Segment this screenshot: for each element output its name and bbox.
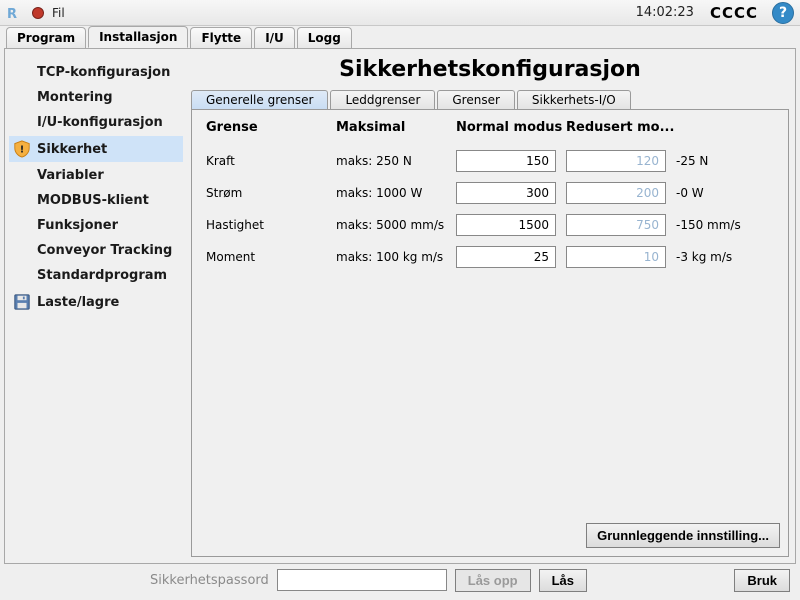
- limit-name: Hastighet: [206, 218, 336, 232]
- limit-extra: -0 W: [676, 186, 756, 200]
- use-button[interactable]: Bruk: [734, 569, 790, 592]
- row-kraft: Kraft maks: 250 N -25 N: [206, 145, 774, 177]
- status-dot-icon: [32, 7, 44, 19]
- limits-header-row: Grense Maksimal Normal modus Redusert mo…: [206, 120, 774, 135]
- hastighet-reduced-input[interactable]: [566, 214, 666, 236]
- row-strom: Strøm maks: 1000 W -0 W: [206, 177, 774, 209]
- row-moment: Moment maks: 100 kg m/s -3 kg m/s: [206, 241, 774, 273]
- lock-button[interactable]: Lås: [539, 569, 587, 592]
- subtab-generelle[interactable]: Generelle grenser: [191, 90, 328, 109]
- sidebar-item-label: MODBUS-klient: [37, 193, 149, 208]
- limit-extra: -25 N: [676, 154, 756, 168]
- hdr-redusert: Redusert mo...: [566, 120, 676, 135]
- clock: 14:02:23: [636, 5, 694, 20]
- sidebar-item-label: I/U-konfigurasjon: [37, 115, 163, 130]
- sidebar-item-funksjoner[interactable]: Funksjoner: [9, 214, 183, 237]
- sidebar: TCP-konfigurasjon Montering I/U-konfigur…: [5, 49, 187, 563]
- menubar: R Fil 14:02:23 CCCC ?: [0, 0, 800, 26]
- sidebar-item-laste-lagre[interactable]: Laste/lagre: [9, 289, 183, 315]
- subtabs: Generelle grenser Leddgrenser Grenser Si…: [191, 90, 789, 109]
- hdr-normal: Normal modus: [456, 120, 566, 135]
- limit-name: Moment: [206, 250, 336, 264]
- limit-extra: -150 mm/s: [676, 218, 756, 232]
- tab-program[interactable]: Program: [6, 27, 86, 48]
- sidebar-item-label: Sikkerhet: [37, 142, 107, 157]
- sidebar-item-iu-konfig[interactable]: I/U-konfigurasjon: [9, 111, 183, 134]
- ur-logo: R: [6, 4, 24, 22]
- moment-reduced-input[interactable]: [566, 246, 666, 268]
- subtab-grenser[interactable]: Grenser: [437, 90, 515, 109]
- subtab-ledd[interactable]: Leddgrenser: [330, 90, 435, 109]
- moment-normal-input[interactable]: [456, 246, 556, 268]
- strom-normal-input[interactable]: [456, 182, 556, 204]
- sidebar-item-standard[interactable]: Standardprogram: [9, 264, 183, 287]
- page-title: Sikkerhetskonfigurasjon: [191, 57, 789, 82]
- footer: Sikkerhetspassord Lås opp Lås Bruk: [0, 564, 800, 596]
- sidebar-item-variabler[interactable]: Variabler: [9, 164, 183, 187]
- sidebar-item-sikkerhet[interactable]: ! Sikkerhet: [9, 136, 183, 162]
- sidebar-item-modbus[interactable]: MODBUS-klient: [9, 189, 183, 212]
- sidebar-item-label: Standardprogram: [37, 268, 167, 283]
- limit-extra: -3 kg m/s: [676, 250, 756, 264]
- tab-iu[interactable]: I/U: [254, 27, 295, 48]
- basic-settings-button[interactable]: Grunnleggende innstilling...: [586, 523, 780, 548]
- tab-installasjon[interactable]: Installasjon: [88, 26, 188, 48]
- hastighet-normal-input[interactable]: [456, 214, 556, 236]
- svg-text:R: R: [7, 7, 17, 22]
- sidebar-item-label: Montering: [37, 90, 113, 105]
- strom-reduced-input[interactable]: [566, 182, 666, 204]
- sidebar-item-label: Funksjoner: [37, 218, 118, 233]
- row-hastighet: Hastighet maks: 5000 mm/s -150 mm/s: [206, 209, 774, 241]
- limits-panel: Grense Maksimal Normal modus Redusert mo…: [191, 109, 789, 557]
- kraft-reduced-input[interactable]: [566, 150, 666, 172]
- limit-name: Strøm: [206, 186, 336, 200]
- sidebar-item-label: Conveyor Tracking: [37, 243, 172, 258]
- main-tabs: Program Installasjon Flytte I/U Logg: [0, 26, 800, 48]
- hdr-maksimal: Maksimal: [336, 120, 456, 135]
- help-icon[interactable]: ?: [772, 2, 794, 24]
- shield-icon: !: [13, 140, 31, 158]
- password-label: Sikkerhetspassord: [150, 573, 269, 588]
- sidebar-item-tcp[interactable]: TCP-konfigurasjon: [9, 61, 183, 84]
- limit-name: Kraft: [206, 154, 336, 168]
- hdr-grense: Grense: [206, 120, 336, 135]
- kraft-normal-input[interactable]: [456, 150, 556, 172]
- sidebar-item-label: Laste/lagre: [37, 295, 119, 310]
- limit-max: maks: 250 N: [336, 154, 456, 168]
- menu-file[interactable]: Fil: [52, 6, 65, 20]
- status-checks: CCCC: [710, 4, 758, 22]
- subtab-sikkerhets-io[interactable]: Sikkerhets-I/O: [517, 90, 631, 109]
- svg-text:!: !: [20, 145, 25, 156]
- tab-logg[interactable]: Logg: [297, 27, 352, 48]
- main-content: TCP-konfigurasjon Montering I/U-konfigur…: [4, 48, 796, 564]
- sidebar-item-conveyor[interactable]: Conveyor Tracking: [9, 239, 183, 262]
- password-input[interactable]: [277, 569, 447, 591]
- limit-max: maks: 5000 mm/s: [336, 218, 456, 232]
- unlock-button[interactable]: Lås opp: [455, 569, 531, 592]
- disk-icon: [13, 293, 31, 311]
- sidebar-item-montering[interactable]: Montering: [9, 86, 183, 109]
- limit-max: maks: 1000 W: [336, 186, 456, 200]
- tab-flytte[interactable]: Flytte: [190, 27, 252, 48]
- right-pane: Sikkerhetskonfigurasjon Generelle grense…: [187, 49, 795, 563]
- sidebar-item-label: Variabler: [37, 168, 104, 183]
- limit-max: maks: 100 kg m/s: [336, 250, 456, 264]
- sidebar-item-label: TCP-konfigurasjon: [37, 65, 170, 80]
